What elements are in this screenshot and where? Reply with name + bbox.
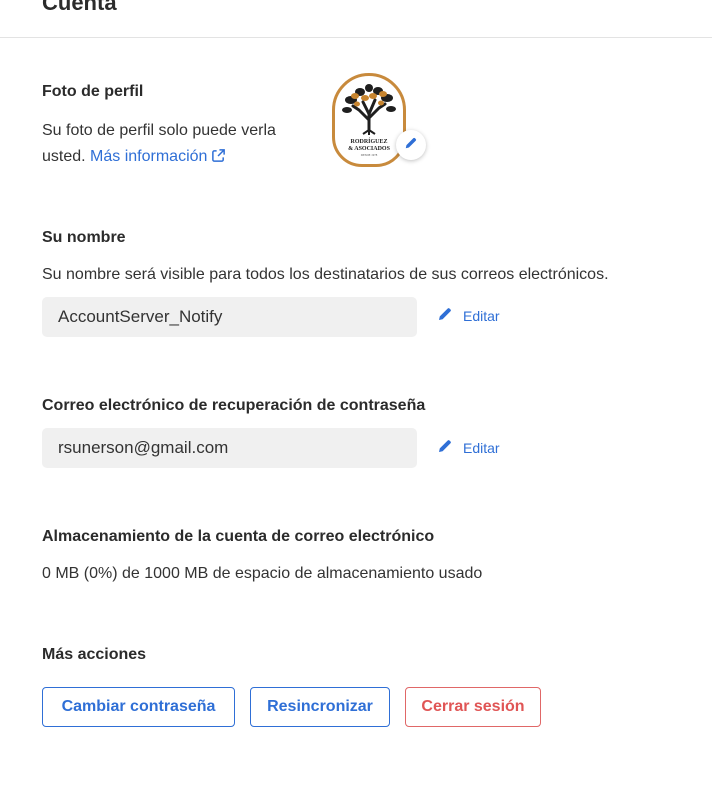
header-divider	[0, 37, 712, 38]
account-page: Cuenta Foto de perfil Su foto de perfil …	[0, 0, 712, 796]
recovery-email-field[interactable]: rsunerson@gmail.com	[42, 428, 417, 468]
external-link-icon	[211, 146, 226, 172]
logo-text-line2: & ASOCIADOS	[348, 146, 391, 152]
name-field[interactable]: AccountServer_Notify	[42, 297, 417, 337]
edit-recovery-email-label: Editar	[463, 439, 500, 456]
storage-title: Almacenamiento de la cuenta de correo el…	[42, 528, 435, 545]
avatar-edit-button[interactable]	[396, 130, 426, 160]
edit-name-label: Editar	[463, 307, 500, 324]
avatar[interactable]: RODRÍGUEZ & ASOCIADOS DESDE 1978	[332, 73, 406, 167]
profile-photo-description-line2: usted.	[42, 148, 86, 165]
resync-button[interactable]: Resincronizar	[250, 687, 390, 727]
name-title: Su nombre	[42, 229, 126, 246]
company-logo: RODRÍGUEZ & ASOCIADOS DESDE 1978	[342, 84, 396, 157]
edit-recovery-email-button[interactable]: Editar	[437, 438, 500, 457]
more-info-link[interactable]: Más información	[90, 148, 226, 165]
more-info-link-label: Más información	[90, 148, 208, 165]
change-password-button[interactable]: Cambiar contraseña	[42, 687, 235, 727]
edit-name-button[interactable]: Editar	[437, 306, 500, 325]
profile-photo-description: Su foto de perfil solo puede verla usted…	[42, 118, 322, 172]
page-title: Cuenta	[42, 0, 117, 15]
storage-description: 0 MB (0%) de 1000 MB de espacio de almac…	[42, 565, 483, 582]
pencil-icon	[437, 306, 463, 325]
logo-text-line1: RODRÍGUEZ	[350, 137, 387, 145]
name-description: Su nombre será visible para todos los de…	[42, 266, 609, 283]
profile-photo-title: Foto de perfil	[42, 83, 144, 100]
more-actions-title: Más acciones	[42, 646, 147, 663]
logout-button[interactable]: Cerrar sesión	[405, 687, 541, 727]
pencil-icon	[404, 136, 418, 155]
recovery-email-title: Correo electrónico de recuperación de co…	[42, 397, 426, 414]
profile-photo-description-line1: Su foto de perfil solo puede verla	[42, 122, 276, 139]
pencil-icon	[437, 438, 463, 457]
logo-text-line3: DESDE 1978	[361, 153, 378, 157]
